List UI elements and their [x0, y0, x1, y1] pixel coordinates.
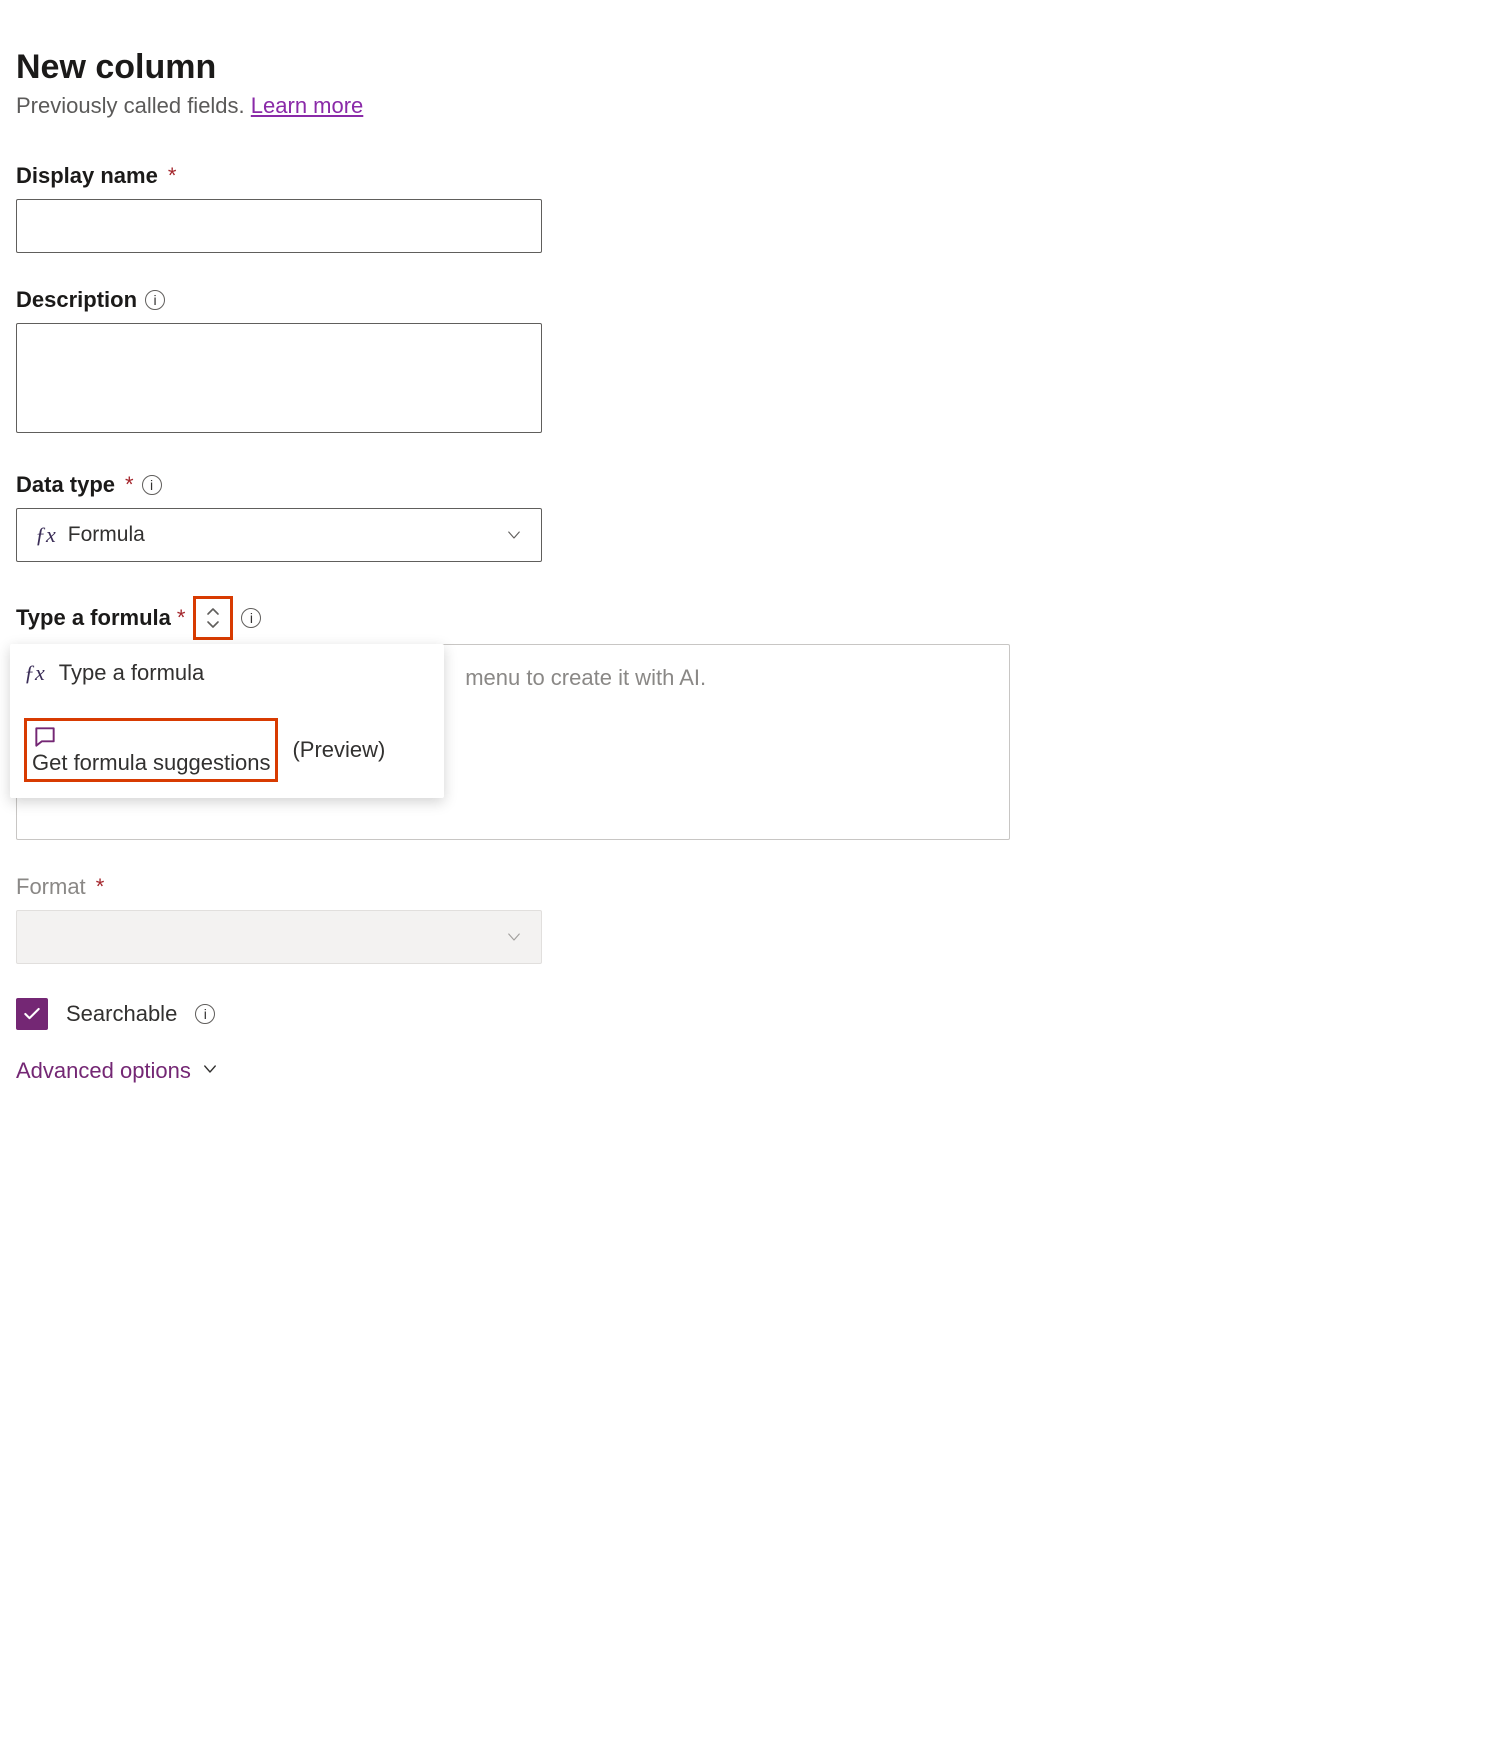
info-icon[interactable]: i: [145, 290, 165, 310]
chevron-down-icon: [201, 1058, 219, 1084]
data-type-select[interactable]: ƒx Formula: [16, 508, 542, 562]
display-name-label-text: Display name: [16, 163, 158, 189]
display-name-input[interactable]: [16, 199, 542, 253]
description-field: Description i: [16, 287, 994, 438]
panel-subtitle: Previously called fields. Learn more: [16, 93, 994, 119]
panel-title: New column: [16, 48, 994, 87]
info-icon[interactable]: i: [142, 475, 162, 495]
format-label-text: Format: [16, 874, 86, 900]
info-icon[interactable]: i: [195, 1004, 215, 1024]
preview-tag: (Preview): [292, 737, 385, 763]
menu-item-type-formula[interactable]: ƒx Type a formula: [10, 644, 444, 702]
formula-field: Type a formula * i pad pad pad pad pad p…: [16, 596, 994, 840]
subtitle-text: Previously called fields.: [16, 93, 251, 118]
new-column-panel: New column Previously called fields. Lea…: [0, 0, 1010, 1100]
formula-mode-toggle[interactable]: [193, 596, 233, 640]
formula-area-wrap: pad pad pad pad pad pad pad pad pad pad …: [16, 644, 994, 840]
formula-placeholder: menu to create it with AI.: [465, 665, 706, 690]
formula-label-text: Type a formula: [16, 605, 171, 631]
chevron-down-icon: [505, 526, 523, 544]
format-select: [16, 910, 542, 964]
fx-icon: ƒx: [35, 522, 56, 548]
searchable-row: Searchable i: [16, 998, 994, 1030]
menu-item-get-suggestions-label: Get formula suggestions: [32, 750, 270, 775]
chat-icon: [32, 724, 270, 750]
advanced-options-label: Advanced options: [16, 1058, 191, 1084]
required-marker: *: [168, 163, 177, 189]
info-icon[interactable]: i: [241, 608, 261, 628]
chevron-down-icon: [505, 928, 523, 946]
format-label: Format *: [16, 874, 994, 900]
required-marker: *: [125, 472, 134, 498]
menu-item-get-suggestions[interactable]: Get formula suggestions: [24, 718, 278, 782]
menu-item-type-formula-label: Type a formula: [59, 660, 205, 686]
data-type-field: Data type * i ƒx Formula: [16, 472, 994, 562]
display-name-field: Display name *: [16, 163, 994, 253]
formula-label: Type a formula * i: [16, 596, 994, 640]
formula-mode-menu: ƒx Type a formula Get formula suggestion…: [10, 644, 444, 798]
learn-more-link[interactable]: Learn more: [251, 93, 364, 118]
data-type-value-text: Formula: [68, 523, 145, 547]
chevron-updown-icon: [204, 606, 222, 630]
searchable-checkbox[interactable]: [16, 998, 48, 1030]
data-type-selected-value: ƒx Formula: [35, 522, 145, 548]
data-type-label: Data type * i: [16, 472, 994, 498]
description-label-text: Description: [16, 287, 137, 313]
description-label: Description i: [16, 287, 994, 313]
data-type-label-text: Data type: [16, 472, 115, 498]
advanced-options-toggle[interactable]: Advanced options: [16, 1058, 994, 1084]
required-marker: *: [96, 874, 105, 900]
display-name-label: Display name *: [16, 163, 994, 189]
fx-icon: ƒx: [24, 660, 45, 686]
searchable-label: Searchable: [66, 1001, 177, 1027]
required-marker: *: [177, 605, 186, 631]
format-field: Format *: [16, 874, 994, 964]
description-input[interactable]: [16, 323, 542, 433]
menu-item-get-suggestions-row[interactable]: Get formula suggestions (Preview): [10, 702, 444, 798]
